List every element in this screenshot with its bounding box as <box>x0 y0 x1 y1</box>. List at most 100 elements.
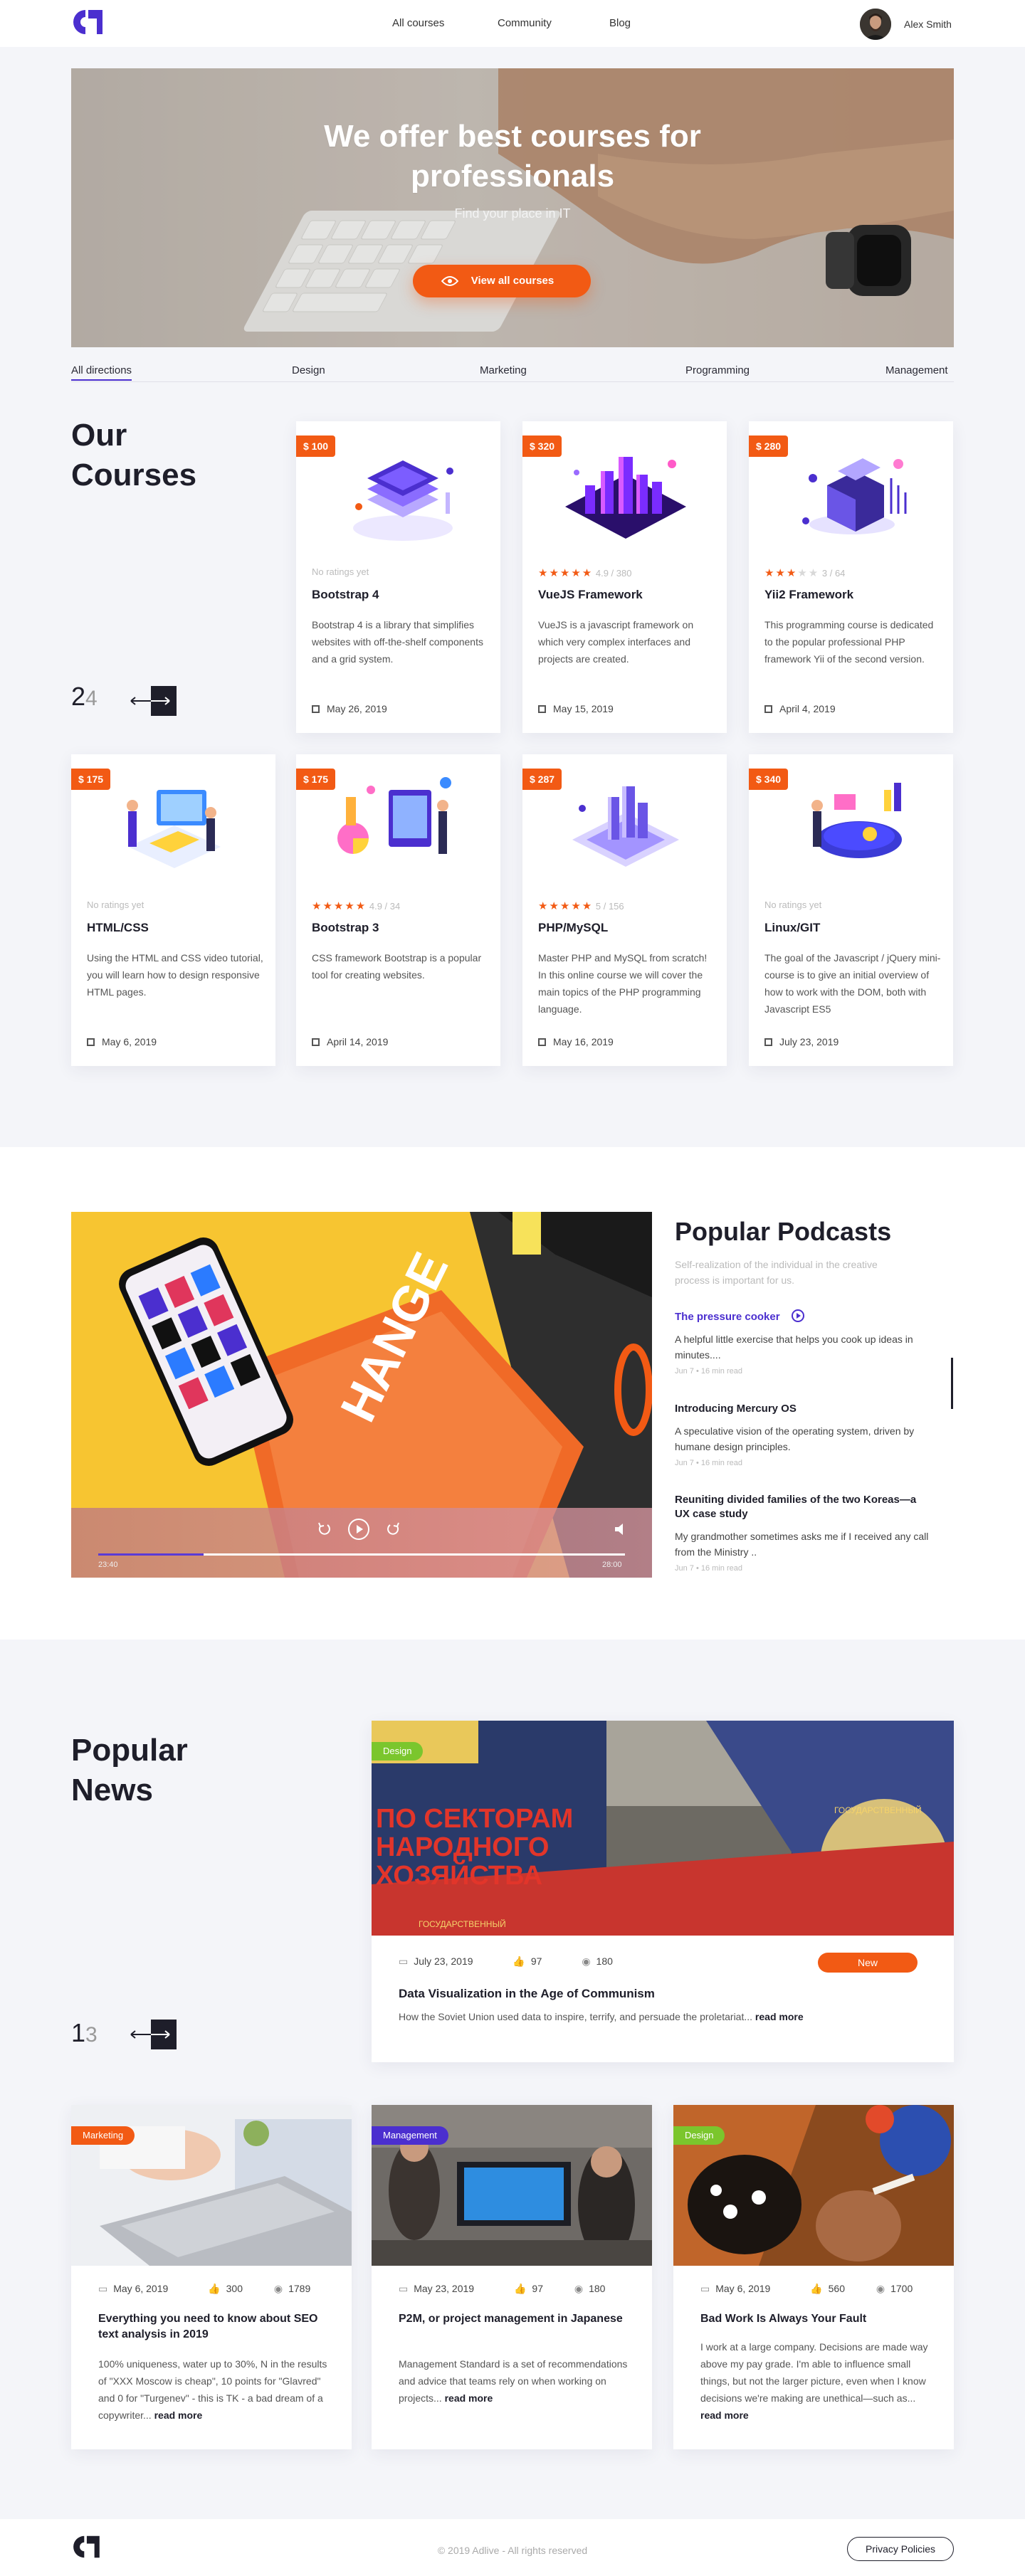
podcast-item[interactable]: The pressure cooker A helpful little exe… <box>675 1309 931 1376</box>
course-description: Using the HTML and CSS video tutorial, y… <box>87 952 263 998</box>
nav-community[interactable]: Community <box>498 17 552 29</box>
user-name[interactable]: Alex Smith <box>904 19 952 30</box>
course-date: May 16, 2019 <box>538 1036 614 1047</box>
like-icon[interactable]: 👍 <box>810 2283 822 2294</box>
course-title[interactable]: Bootstrap 4 <box>312 588 379 602</box>
course-card[interactable]: $ 280 ★★★★★ 3 / 64 Yii2 Framework This p… <box>749 421 953 733</box>
course-card[interactable]: $ 175 No ratings yet HTML/CSS Using the … <box>71 754 275 1066</box>
news-page-current: 1 <box>71 2018 86 2047</box>
price-badge: $ 175 <box>71 769 111 790</box>
course-description: This programming course is dedicated to … <box>764 619 934 665</box>
tab-all-directions[interactable]: All directions <box>71 364 132 381</box>
podcast-scroll-indicator[interactable] <box>951 1358 953 1409</box>
courses-pager: 24 <box>71 682 98 712</box>
arrow-left-icon[interactable] <box>130 2020 151 2049</box>
news-card[interactable]: Management ▭ May 23, 2019 👍 97 ◉ 180 P2M, o… <box>372 2105 652 2449</box>
news-likes: 97 <box>532 2283 543 2294</box>
tab-management[interactable]: Management <box>885 364 948 376</box>
course-card[interactable]: $ 320 ★★★★★ 4.9 / 380 VueJS Framework Vu… <box>522 421 727 733</box>
course-card[interactable]: $ 100 No ratings yet Bootstrap 4 Bootstr… <box>296 421 500 733</box>
featured-news-card[interactable]: ПО СЕКТОРАМ НАРОДНОГО ХОЗЯЙСТВА ГОСУДАРС… <box>372 1721 954 2062</box>
like-icon[interactable]: 👍 <box>514 2283 526 2294</box>
rating-stars: ★★★★★ <box>538 567 594 579</box>
news-title[interactable]: Everything you need to know about SEO te… <box>98 2311 333 2343</box>
course-title[interactable]: Bootstrap 3 <box>312 921 379 935</box>
arrow-right-icon[interactable] <box>151 2020 177 2049</box>
read-more-link[interactable]: read more <box>445 2392 493 2404</box>
news-title-line-1: Popular <box>71 1733 188 1768</box>
category-badge[interactable]: Marketing <box>71 2126 135 2145</box>
podcast-item-title[interactable]: Introducing Mercury OS <box>675 1402 931 1416</box>
read-more-link[interactable]: read more <box>700 2409 749 2421</box>
poster-text-2: НАРОДНОГО <box>376 1832 549 1862</box>
courses-title: Our Courses <box>71 416 196 495</box>
news-desc-text: Management Standard is a set of recommen… <box>399 2358 628 2404</box>
price-badge: $ 280 <box>749 436 789 457</box>
news-card[interactable]: Design ▭ May 6, 2019 👍 560 ◉ 1700 Bad Work … <box>673 2105 954 2449</box>
course-card[interactable]: $ 340 No ratings yet Linux/GIT The goal … <box>749 754 953 1066</box>
podcast-item-title[interactable]: Reuniting divided families of the two Ko… <box>675 1493 931 1521</box>
read-more-link[interactable]: read more <box>154 2409 203 2421</box>
course-title[interactable]: Yii2 Framework <box>764 588 853 602</box>
price-badge: $ 287 <box>522 769 562 790</box>
podcasts-title: Popular Podcasts <box>675 1217 892 1246</box>
category-badge[interactable]: Design <box>372 1742 424 1761</box>
podcast-item-desc: My grandmother sometimes asks me if I re… <box>675 1531 929 1558</box>
category-badge[interactable]: Design <box>673 2126 725 2145</box>
news-likes: 300 <box>226 2283 243 2294</box>
play-icon[interactable] <box>791 1309 804 1322</box>
like-icon[interactable]: 👍 <box>512 1955 525 1967</box>
course-title[interactable]: VueJS Framework <box>538 588 643 602</box>
privacy-policies-button[interactable]: Privacy Policies <box>847 2537 954 2561</box>
course-title[interactable]: Linux/GIT <box>764 921 820 935</box>
news-title: Popular News <box>71 1731 188 1810</box>
courses-title-line-1: Our <box>71 418 127 453</box>
podcast-item[interactable]: Introducing Mercury OS A speculative vis… <box>675 1402 931 1467</box>
play-icon[interactable] <box>347 1518 370 1541</box>
tab-design[interactable]: Design <box>292 364 325 376</box>
avatar[interactable] <box>860 9 891 40</box>
rewind-icon[interactable] <box>316 1521 332 1536</box>
arrow-left-icon[interactable] <box>130 686 151 716</box>
news-title-line-2: News <box>71 1773 153 1807</box>
course-description: CSS framework Bootstrap is a popular too… <box>312 952 482 981</box>
like-icon[interactable]: 👍 <box>208 2283 220 2294</box>
category-badge[interactable]: Management <box>372 2126 448 2145</box>
volume-icon[interactable] <box>614 1522 628 1536</box>
news-card[interactable]: Marketing ▭ May 6, 2019 👍 300 ◉ 1789 Everyt… <box>71 2105 352 2449</box>
logo-icon[interactable] <box>71 9 104 36</box>
nav-blog[interactable]: Blog <box>609 17 631 29</box>
progress-bar[interactable] <box>98 1553 625 1556</box>
course-title[interactable]: HTML/CSS <box>87 921 149 935</box>
course-title[interactable]: PHP/MySQL <box>538 921 608 935</box>
news-desc: 100% uniqueness, water up to 30%, N in t… <box>98 2355 333 2424</box>
course-date-text: April 14, 2019 <box>327 1036 389 1047</box>
arrow-right-icon[interactable] <box>151 686 177 716</box>
featured-news-title[interactable]: Data Visualization in the Age of Communi… <box>399 1987 655 2001</box>
calendar-icon <box>538 1038 546 1046</box>
course-date-text: May 26, 2019 <box>327 703 387 714</box>
calendar-icon <box>87 1038 95 1046</box>
rating-score: 5 / 156 <box>595 901 624 912</box>
news-title[interactable]: P2M, or project management in Japanese <box>399 2311 634 2327</box>
podcast-item[interactable]: Reuniting divided families of the two Ko… <box>675 1493 931 1573</box>
course-card[interactable]: $ 287 ★★★★★ 5 / 156 PHP/MySQL Master PHP… <box>522 754 727 1066</box>
new-badge: New <box>818 1953 918 1973</box>
news-meta: ▭ May 23, 2019 👍 97 ◉ 180 <box>399 2283 642 2295</box>
nav-all-courses[interactable]: All courses <box>392 17 444 29</box>
course-illustration <box>811 783 902 858</box>
news-title[interactable]: Bad Work Is Always Your Fault <box>700 2311 935 2327</box>
hero-banner: We offer best courses for professionals … <box>71 68 954 347</box>
course-date-text: April 4, 2019 <box>779 703 836 714</box>
tab-programming[interactable]: Programming <box>685 364 750 376</box>
read-more-link[interactable]: read more <box>755 2011 804 2022</box>
featured-news-image: ПО СЕКТОРАМ НАРОДНОГО ХОЗЯЙСТВА ГОСУДАРС… <box>372 1721 954 1936</box>
featured-news-desc: How the Soviet Union used data to inspir… <box>399 2011 804 2022</box>
course-card[interactable]: $ 175 ★★★★★ 4.9 / 34 Bootstrap 3 CSS fra… <box>296 754 500 1066</box>
forward-icon[interactable] <box>386 1521 401 1536</box>
view-all-courses-button[interactable]: View all courses <box>413 265 591 297</box>
podcast-item-title[interactable]: The pressure cooker <box>675 1309 931 1324</box>
podcast-video-player[interactable]: HANGE 23:40 28:00 <box>71 1212 652 1578</box>
tab-marketing[interactable]: Marketing <box>480 364 527 376</box>
poster-small-text: ГОСУДАРСТВЕННЫЙ <box>834 1805 922 1815</box>
